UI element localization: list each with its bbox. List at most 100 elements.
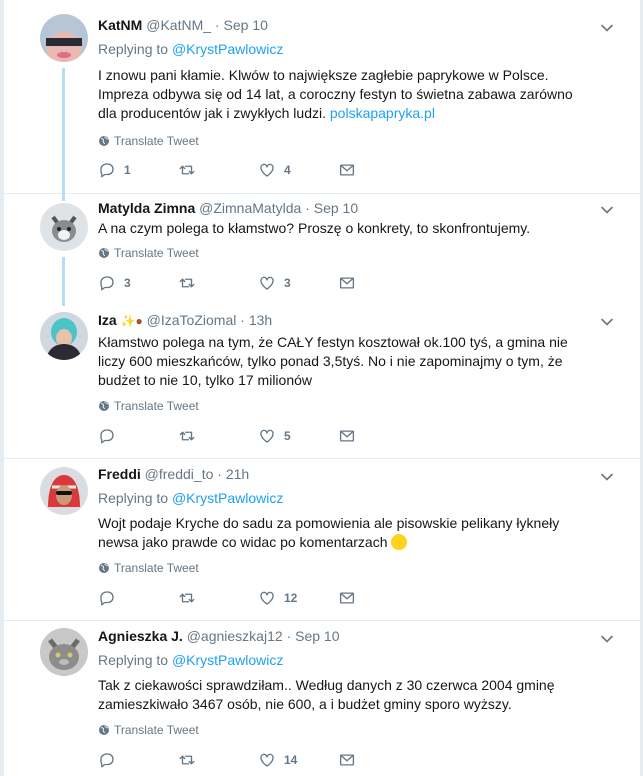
reply-count: 3: [124, 276, 131, 290]
translate-tweet[interactable]: Translate Tweet: [98, 722, 199, 738]
envelope-icon: [338, 274, 356, 292]
reply-icon: [98, 589, 116, 607]
tweet-time[interactable]: Sep 10: [314, 200, 358, 216]
translate-label: Translate Tweet: [114, 134, 199, 148]
envelope-icon: [338, 589, 356, 607]
retweet-button[interactable]: [178, 427, 258, 445]
translate-label: Translate Tweet: [114, 246, 199, 260]
replying-to-link[interactable]: @KrystPawlowicz: [172, 490, 283, 506]
tweet-time[interactable]: 13h: [249, 312, 272, 328]
author-handle[interactable]: @IzaToZiomal: [147, 312, 237, 328]
globe-icon: [98, 247, 110, 259]
translate-tweet[interactable]: Translate Tweet: [98, 245, 199, 261]
reply-count: 1: [124, 163, 131, 177]
avatar[interactable]: [40, 628, 88, 676]
translate-label: Translate Tweet: [114, 723, 199, 737]
dm-button[interactable]: [338, 161, 418, 179]
retweet-button[interactable]: [178, 751, 258, 769]
like-count: 5: [284, 429, 291, 443]
retweet-button[interactable]: [178, 589, 258, 607]
heart-icon: [258, 274, 276, 292]
reply-button[interactable]: 3: [98, 274, 178, 292]
reply-button[interactable]: [98, 751, 178, 769]
tweet-iza[interactable]: Iza ✨● @IzaToZiomal · 13h Kłamstwo poleg…: [4, 306, 640, 459]
author-handle[interactable]: @freddi_to: [145, 466, 214, 482]
like-button[interactable]: 14: [258, 751, 338, 769]
dm-button[interactable]: [338, 274, 418, 292]
like-button[interactable]: 3: [258, 274, 338, 292]
chevron-down-icon[interactable]: [600, 632, 614, 646]
separator-dot: ·: [240, 312, 245, 328]
like-count: 12: [284, 591, 298, 605]
chevron-down-icon[interactable]: [600, 315, 614, 329]
globe-icon: [98, 135, 110, 147]
avatar[interactable]: [40, 14, 88, 62]
retweet-icon: [178, 161, 196, 179]
avatar[interactable]: [40, 203, 88, 251]
retweet-icon: [178, 274, 196, 292]
retweet-icon: [178, 751, 196, 769]
dm-button[interactable]: [338, 427, 418, 445]
author-name[interactable]: Agnieszka J.: [98, 628, 183, 644]
tweet-katnm[interactable]: KatNM @KatNM_ · Sep 10 Replying to @Krys…: [4, 0, 640, 194]
tweet-text: Kłamstwo polega na tym, że CAŁY festyn k…: [98, 334, 568, 388]
tweet-agnieszka[interactable]: Agnieszka J. @agnieszkaj12 · Sep 10 Repl…: [4, 620, 640, 776]
tweet-text: Tak z ciekawości sprawdziłam.. Według da…: [98, 677, 555, 712]
retweet-button[interactable]: [178, 161, 258, 179]
reply-button[interactable]: [98, 589, 178, 607]
author-name[interactable]: KatNM: [98, 17, 142, 33]
monkey-emoji: ●: [135, 314, 143, 328]
separator-dot: ·: [286, 628, 292, 644]
tweet-time[interactable]: 21h: [226, 466, 249, 482]
replying-to-link[interactable]: @KrystPawlowicz: [172, 41, 283, 57]
envelope-icon: [338, 161, 356, 179]
globe-icon: [98, 400, 110, 412]
replying-label: Replying to: [98, 652, 169, 668]
author-handle[interactable]: @agnieszkaj12: [187, 628, 283, 644]
retweet-icon: [178, 589, 196, 607]
like-button[interactable]: 12: [258, 589, 338, 607]
replying-label: Replying to: [98, 490, 169, 506]
reply-icon: [98, 751, 116, 769]
dm-button[interactable]: [338, 751, 418, 769]
author-handle[interactable]: @ZimnaMatylda: [199, 200, 301, 216]
reply-icon: [98, 161, 116, 179]
tweet-time[interactable]: Sep 10: [295, 628, 339, 644]
reply-icon: [98, 427, 116, 445]
avatar[interactable]: [40, 312, 88, 360]
author-handle[interactable]: @KatNM_: [146, 17, 211, 33]
chevron-down-icon[interactable]: [600, 21, 614, 35]
translate-label: Translate Tweet: [114, 561, 199, 575]
like-button[interactable]: 5: [258, 427, 338, 445]
tweet-time[interactable]: Sep 10: [223, 17, 267, 33]
author-name[interactable]: Iza: [98, 312, 117, 328]
author-name[interactable]: Freddi: [98, 466, 141, 482]
dm-button[interactable]: [338, 589, 418, 607]
avatar[interactable]: [40, 467, 88, 515]
like-button[interactable]: 4: [258, 161, 338, 179]
author-name[interactable]: Matylda Zimna: [98, 200, 195, 216]
translate-tweet[interactable]: Translate Tweet: [98, 398, 199, 414]
chevron-down-icon[interactable]: [600, 470, 614, 484]
replying-to-link[interactable]: @KrystPawlowicz: [172, 652, 283, 668]
heart-icon: [258, 751, 276, 769]
retweet-button[interactable]: [178, 274, 258, 292]
replying-label: Replying to: [98, 41, 169, 57]
translate-tweet[interactable]: Translate Tweet: [98, 560, 199, 576]
envelope-icon: [338, 427, 356, 445]
reply-button[interactable]: [98, 427, 178, 445]
heart-icon: [258, 161, 276, 179]
reply-button[interactable]: 1: [98, 161, 178, 179]
tweet-freddi[interactable]: Freddi @freddi_to · 21h Replying to @Kry…: [4, 458, 640, 621]
heart-icon: [258, 427, 276, 445]
reply-icon: [98, 274, 116, 292]
retweet-icon: [178, 427, 196, 445]
chevron-down-icon[interactable]: [600, 203, 614, 217]
tweet-link[interactable]: polskapapryka.pl: [330, 105, 435, 121]
like-count: 3: [284, 276, 291, 290]
like-count: 4: [284, 163, 291, 177]
translate-tweet[interactable]: Translate Tweet: [98, 133, 199, 149]
smiley-emoji: [391, 534, 408, 550]
tweet-matylda[interactable]: Matylda Zimna @ZimnaMatylda · Sep 10 A n…: [4, 193, 640, 306]
thread-line: [62, 193, 65, 201]
